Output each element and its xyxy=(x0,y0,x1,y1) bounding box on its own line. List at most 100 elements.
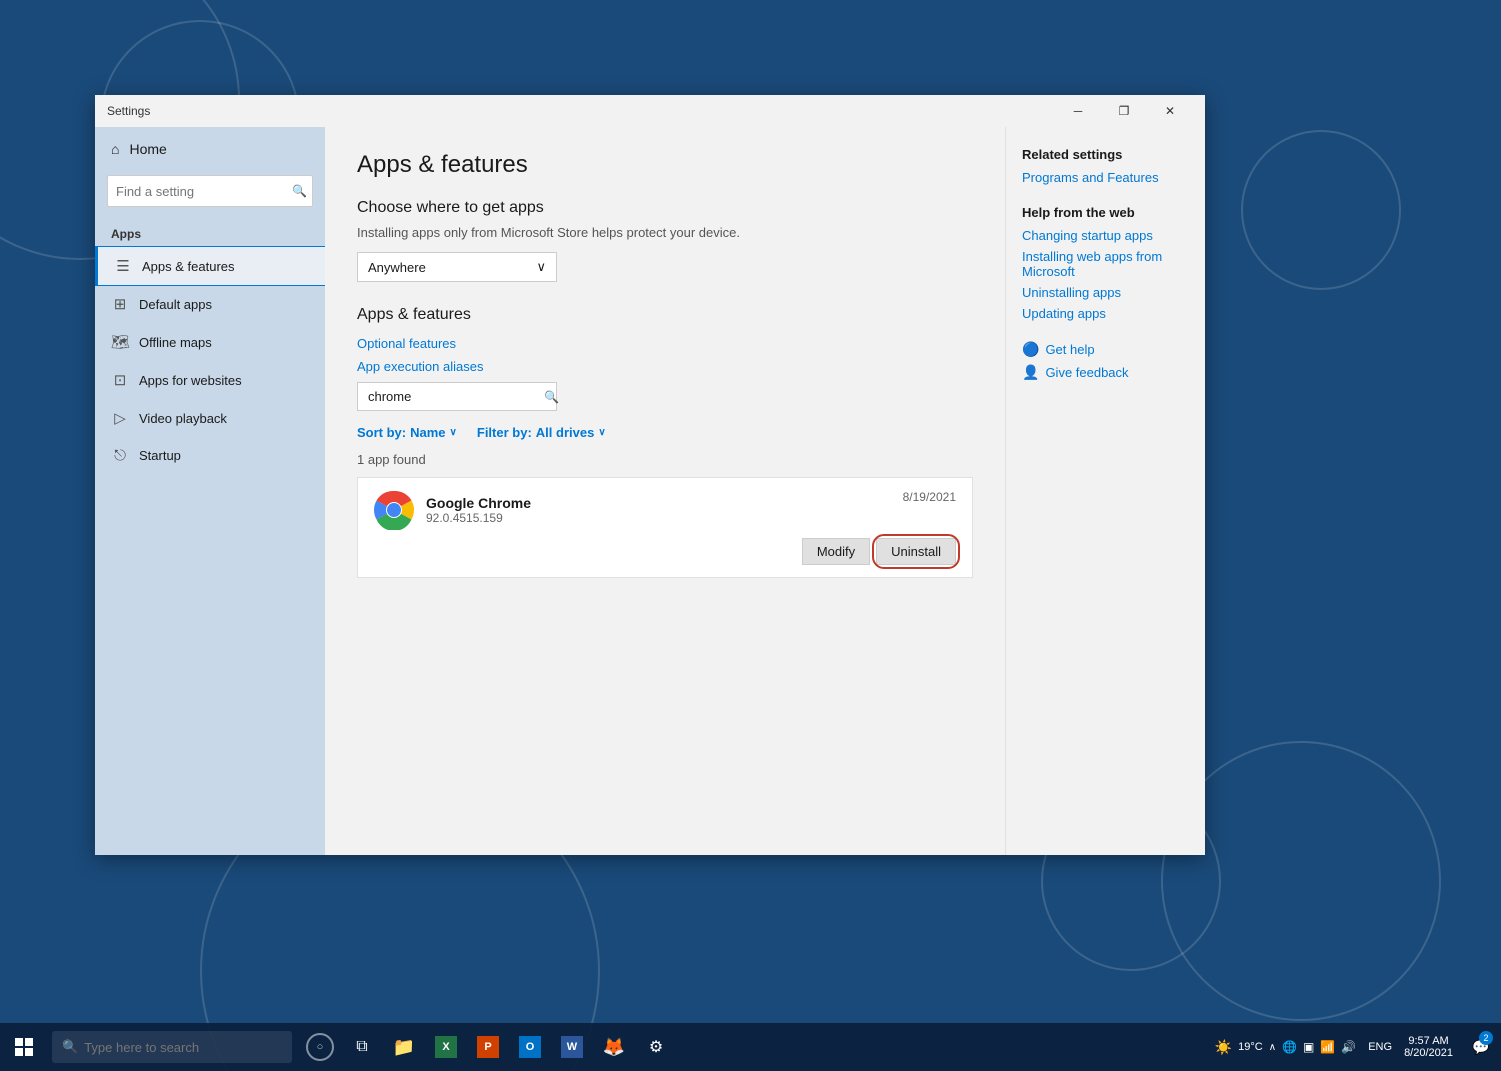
tray-icons: ☀️ 19°C ∧ 🌐 ▣ 📶 🔊 xyxy=(1207,1039,1365,1056)
weather-icon: ☀️ xyxy=(1215,1039,1232,1056)
changing-startup-link[interactable]: Changing startup apps xyxy=(1022,228,1189,243)
right-panel: Related settings Programs and Features H… xyxy=(1005,127,1205,855)
minimize-button[interactable]: ─ xyxy=(1055,95,1101,127)
related-settings-title: Related settings xyxy=(1022,147,1189,162)
results-count: 1 app found xyxy=(357,452,973,467)
app-search-bar[interactable]: 🔍 xyxy=(357,382,557,411)
chevron-up-icon[interactable]: ∧ xyxy=(1269,1042,1276,1053)
drive-filter[interactable]: Filter by: All drives ∨ xyxy=(477,425,606,440)
sidebar-item-apps-features-label: Apps & features xyxy=(142,259,235,274)
settings-gear-icon: ⚙ xyxy=(649,1037,663,1057)
window-controls: ─ ❐ ✕ xyxy=(1055,95,1193,127)
main-content: Apps & features Choose where to get apps… xyxy=(325,127,1005,855)
uninstall-button[interactable]: Uninstall xyxy=(876,538,956,565)
taskbar: 🔍 ○ ⧉ 📁 X P O W xyxy=(0,1023,1501,1071)
search-section: 🔍 xyxy=(357,382,973,411)
powerpoint-taskbar[interactable]: P xyxy=(468,1027,508,1067)
video-playback-icon: ▷ xyxy=(111,409,129,427)
close-button[interactable]: ✕ xyxy=(1147,95,1193,127)
maximize-button[interactable]: ❐ xyxy=(1101,95,1147,127)
apps-websites-icon: ⊡ xyxy=(111,371,129,389)
excel-taskbar[interactable]: X xyxy=(426,1027,466,1067)
app-top-row: Google Chrome 92.0.4515.159 8/19/2021 xyxy=(374,490,956,530)
sort-value: Name xyxy=(410,425,445,440)
apps-source-dropdown[interactable]: Anywhere ∨ xyxy=(357,252,557,282)
help-section: Help from the web Changing startup apps … xyxy=(1022,205,1189,321)
cortana-circle: ○ xyxy=(306,1033,334,1061)
outlook-taskbar[interactable]: O xyxy=(510,1027,550,1067)
programs-features-link[interactable]: Programs and Features xyxy=(1022,170,1189,185)
give-feedback-item[interactable]: 👤 Give feedback xyxy=(1022,364,1189,381)
app-date: 8/19/2021 xyxy=(903,490,956,504)
filter-value: All drives xyxy=(536,425,595,440)
task-view-icon: ⧉ xyxy=(356,1038,367,1056)
offline-maps-icon: 🗺 xyxy=(111,333,129,351)
sidebar-item-video-playback[interactable]: ▷ Video playback xyxy=(95,399,325,437)
give-feedback-icon: 👤 xyxy=(1022,364,1039,381)
firefox-taskbar[interactable]: 🦊 xyxy=(594,1027,634,1067)
help-from-web-title: Help from the web xyxy=(1022,205,1189,220)
sidebar-item-apps-websites-label: Apps for websites xyxy=(139,373,242,388)
taskbar-search-icon: 🔍 xyxy=(62,1039,78,1055)
sort-chevron-icon: ∨ xyxy=(450,427,457,438)
file-explorer-taskbar[interactable]: 📁 xyxy=(384,1027,424,1067)
taskbar-search-input[interactable] xyxy=(84,1040,282,1055)
word-icon: W xyxy=(561,1036,583,1058)
app-search-input[interactable] xyxy=(368,389,544,404)
sidebar-item-offline-maps[interactable]: 🗺 Offline maps xyxy=(95,323,325,361)
settings-window: Settings ─ ❐ ✕ ⌂ Home 🔍 Apps ☰ Apps & fe… xyxy=(95,95,1205,855)
clock-time: 9:57 AM xyxy=(1408,1035,1448,1047)
app-header: Google Chrome 92.0.4515.159 xyxy=(374,490,903,530)
start-button[interactable] xyxy=(0,1027,48,1067)
uninstalling-apps-link[interactable]: Uninstalling apps xyxy=(1022,285,1189,300)
choose-apps-section: Choose where to get apps Installing apps… xyxy=(357,199,973,282)
app-execution-link[interactable]: App execution aliases xyxy=(357,359,973,374)
window-titlebar: Settings ─ ❐ ✕ xyxy=(95,95,1205,127)
sidebar-search-input[interactable] xyxy=(116,184,292,199)
cortana-icon[interactable]: ○ xyxy=(300,1027,340,1067)
sort-label: Sort by: xyxy=(357,425,406,440)
word-taskbar[interactable]: W xyxy=(552,1027,592,1067)
network-icon: 🌐 xyxy=(1282,1040,1297,1054)
modify-button[interactable]: Modify xyxy=(802,538,870,565)
sidebar-item-apps-features[interactable]: ☰ Apps & features xyxy=(95,247,325,285)
app-icon xyxy=(374,490,414,530)
notification-badge: 2 xyxy=(1479,1031,1493,1045)
app-list-item: Google Chrome 92.0.4515.159 8/19/2021 Mo… xyxy=(357,477,973,578)
notification-center[interactable]: 💬 2 xyxy=(1465,1023,1497,1071)
taskbar-search-box[interactable]: 🔍 xyxy=(52,1031,292,1063)
system-clock[interactable]: 9:57 AM 8/20/2021 xyxy=(1396,1035,1461,1059)
support-section: 🔵 Get help 👤 Give feedback xyxy=(1022,341,1189,381)
optional-features-link[interactable]: Optional features xyxy=(357,336,973,351)
sidebar-item-video-playback-label: Video playback xyxy=(139,411,227,426)
sort-filter[interactable]: Sort by: Name ∨ xyxy=(357,425,457,440)
sidebar-item-startup-label: Startup xyxy=(139,448,181,463)
app-info: Google Chrome 92.0.4515.159 xyxy=(426,495,903,525)
updating-apps-link[interactable]: Updating apps xyxy=(1022,306,1189,321)
filter-label: Filter by: xyxy=(477,425,532,440)
volume-icon[interactable]: 🔊 xyxy=(1341,1040,1356,1054)
startup-icon: ⎋ xyxy=(111,447,129,464)
sidebar-home-item[interactable]: ⌂ Home xyxy=(95,127,325,171)
sidebar-item-startup[interactable]: ⎋ Startup xyxy=(95,437,325,474)
get-help-link[interactable]: Get help xyxy=(1045,342,1094,357)
sidebar-item-apps-websites[interactable]: ⊡ Apps for websites xyxy=(95,361,325,399)
system-tray: ☀️ 19°C ∧ 🌐 ▣ 📶 🔊 ENG 9:57 AM 8/20/2021 … xyxy=(1207,1023,1501,1071)
language-display: ENG xyxy=(1368,1041,1392,1053)
wifi-icon: 📶 xyxy=(1320,1040,1335,1054)
sidebar-item-default-apps[interactable]: ⊞ Default apps xyxy=(95,285,325,323)
apps-list-title: Apps & features xyxy=(357,306,973,324)
give-feedback-link[interactable]: Give feedback xyxy=(1045,365,1128,380)
powerpoint-icon: P xyxy=(477,1036,499,1058)
sidebar-search-box[interactable]: 🔍 xyxy=(107,175,313,207)
choose-apps-desc: Installing apps only from Microsoft Stor… xyxy=(357,225,973,240)
filters-row: Sort by: Name ∨ Filter by: All drives ∨ xyxy=(357,425,973,440)
task-view-button[interactable]: ⧉ xyxy=(342,1027,382,1067)
default-apps-icon: ⊞ xyxy=(111,295,129,313)
sidebar: ⌂ Home 🔍 Apps ☰ Apps & features ⊞ Defaul… xyxy=(95,127,325,855)
get-help-item[interactable]: 🔵 Get help xyxy=(1022,341,1189,358)
uninstall-wrapper: Uninstall xyxy=(876,538,956,565)
installing-webapps-link[interactable]: Installing web apps from Microsoft xyxy=(1022,249,1189,279)
dropdown-chevron-icon: ∨ xyxy=(536,259,546,275)
settings-taskbar[interactable]: ⚙ xyxy=(636,1027,676,1067)
